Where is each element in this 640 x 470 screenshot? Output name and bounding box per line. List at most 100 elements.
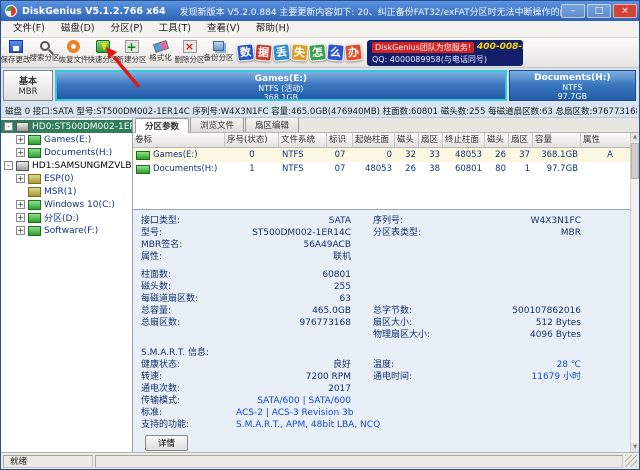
vertical-scrollbar[interactable]: ▲ ▼ <box>630 133 639 452</box>
tree-node-esp[interactable]: + ESP(0) <box>1 172 132 185</box>
tree-node-disk-hd0[interactable]: - HD0:ST500DM002-1ER14C(466GB) <box>1 120 132 133</box>
partition-icon <box>28 200 41 210</box>
delete-partition-icon <box>183 40 197 53</box>
window-title: DiskGenius V5.1.2.766 x64 <box>22 6 166 17</box>
menu-bar: 文件(F) 磁盘(D) 分区(P) 工具(T) 查看(V) 帮助(H) <box>1 21 639 38</box>
save-changes-button[interactable]: 保存更改 <box>1 38 30 67</box>
ad-tile: 失 <box>290 43 308 61</box>
collapse-icon[interactable]: - <box>4 122 13 131</box>
recover-icon <box>67 40 80 53</box>
table-row-games[interactable]: Games(E:) 0 NTFS 07 0 32 33 48053 26 37 … <box>133 148 639 162</box>
tree-node-documents[interactable]: + Documents(H:) <box>1 146 132 159</box>
ad-team-text: DiskGenius团队为您服务! <box>372 42 474 53</box>
expand-icon[interactable]: + <box>16 200 25 209</box>
search-icon <box>40 41 50 51</box>
menu-tools[interactable]: 工具(T) <box>151 21 199 37</box>
system-partition-icon <box>28 187 41 197</box>
ad-phone-number: 400-008-9958 <box>477 42 523 52</box>
status-ready-text: 就绪 <box>3 455 93 468</box>
partition-icon <box>28 135 41 145</box>
format-icon <box>152 40 168 53</box>
partition-icon <box>136 151 150 160</box>
table-empty-space <box>133 176 639 209</box>
menu-view[interactable]: 查看(V) <box>199 21 248 37</box>
ad-tile: 么 <box>326 43 344 61</box>
disk-tree-panel: - HD0:ST500DM002-1ER14C(466GB) + Games(E… <box>1 118 133 452</box>
collapse-icon[interactable]: - <box>4 161 13 170</box>
expand-icon[interactable]: + <box>16 148 25 157</box>
disk-type-box: 基本 MBR <box>3 70 53 101</box>
backup-partition-icon <box>213 41 224 51</box>
delete-partition-button[interactable]: 删除分区 <box>175 38 204 67</box>
tree-node-windows10[interactable]: + Windows 10(C:) <box>1 198 132 211</box>
tree-node-disk-hd1[interactable]: - HD1:SAMSUNGMZVLB256HAHQ-00000(238GB) <box>1 159 132 172</box>
status-bar: 就绪 <box>1 452 639 469</box>
partition-block-documents[interactable]: Documents(H:) NTFS 97.7GB <box>509 70 636 101</box>
tree-node-games[interactable]: + Games(E:) <box>1 133 132 146</box>
expand-icon[interactable]: + <box>16 174 25 183</box>
diskgenius-window: DiskGenius V5.1.2.766 x64 发现新版本 V5.2.0.8… <box>0 0 640 470</box>
main-area: - HD0:ST500DM002-1ER14C(466GB) + Games(E… <box>1 118 639 452</box>
menu-help[interactable]: 帮助(H) <box>248 21 298 37</box>
search-partition-button[interactable]: 搜索分区 <box>30 38 59 67</box>
menu-file[interactable]: 文件(F) <box>5 21 53 37</box>
expand-icon[interactable]: + <box>16 226 25 235</box>
tree-node-fenqu-d[interactable]: + 分区(D:) <box>1 211 132 224</box>
update-notice: 发现新版本 V5.2.0.884 主要更新内容如下: 20、纠正备份FAT32/… <box>180 5 561 18</box>
minimize-button[interactable]: – <box>561 4 585 18</box>
scrollbar-thumb[interactable] <box>631 143 639 179</box>
recover-files-button[interactable]: 恢复文件 <box>59 38 88 67</box>
ad-qq-number: QQ: 4000089958(与电话同号) <box>372 54 518 65</box>
ad-tile: 怎 <box>308 43 327 62</box>
close-button[interactable]: × <box>613 4 637 18</box>
ad-tile: 数 <box>236 43 255 62</box>
backup-partition-button[interactable]: 备份分区 <box>204 38 233 67</box>
panel-tabs: 分区参数 浏览文件 扇区编辑 <box>133 118 639 133</box>
disk-icon <box>16 161 29 171</box>
new-partition-icon <box>125 40 139 53</box>
tree-node-software[interactable]: + Software(F:) <box>1 224 132 237</box>
maximize-button[interactable]: □ <box>587 4 611 18</box>
disk-overview-panel: 基本 MBR Games(E:) NTFS (活动) 368.1GB Docum… <box>1 68 639 118</box>
toolbar: 保存更改 搜索分区 恢复文件 快速分区 新建分区 格式化 删除分区 备份分区 <box>1 38 639 68</box>
partition-block-games[interactable]: Games(E:) NTFS (活动) 368.1GB <box>55 70 507 101</box>
tab-browse-files[interactable]: 浏览文件 <box>190 118 244 132</box>
ad-tile: 据 <box>254 43 272 61</box>
table-header: 卷标 序号(状态) 文件系统 标识 起始柱面 磁头 扇区 终止柱面 磁头 扇区 … <box>133 133 639 148</box>
app-logo-icon <box>5 5 17 17</box>
new-partition-button[interactable]: 新建分区 <box>117 38 146 67</box>
save-icon <box>9 40 23 53</box>
resize-grip[interactable] <box>625 455 637 467</box>
titlebar: DiskGenius V5.1.2.766 x64 发现新版本 V5.2.0.8… <box>1 1 639 21</box>
scroll-down-icon[interactable]: ▼ <box>631 443 639 452</box>
tree-node-msr[interactable]: MSR(1) <box>1 185 132 198</box>
table-row-documents[interactable]: Documents(H:) 1 NTFS 07 48053 26 38 6080… <box>133 162 639 176</box>
partition-icon <box>28 226 41 236</box>
disk-info-line: 磁盘 0 接口:SATA 型号:ST500DM002-1ER14C 序列号:W4… <box>5 105 637 117</box>
disk-icon <box>16 122 29 132</box>
smart-info-title: S.M.A.R.T. 信息: <box>141 347 629 359</box>
tab-partition-params[interactable]: 分区参数 <box>135 118 189 133</box>
expand-icon[interactable]: + <box>16 213 25 222</box>
ad-team-banner[interactable]: DiskGenius团队为您服务! 400-008-9958 QQ: 40000… <box>367 40 523 66</box>
ad-slogan-banner[interactable]: 数 据 丢 失 怎 么 办 <box>237 44 362 61</box>
expand-icon[interactable]: + <box>16 135 25 144</box>
partition-icon <box>28 148 41 158</box>
format-button[interactable]: 格式化 <box>146 38 175 67</box>
system-partition-icon <box>28 174 41 184</box>
partition-icon <box>28 213 41 223</box>
ad-tile: 丢 <box>272 43 291 62</box>
partition-icon <box>136 165 150 174</box>
partition-scheme-label: MBR <box>4 87 52 97</box>
scroll-up-icon[interactable]: ▲ <box>631 133 639 142</box>
smart-detail-button[interactable]: 详情 <box>145 435 188 451</box>
disk-details-panel: 接口类型:SATA序列号:W4X3N1FC 型号:ST500DM002-1ER1… <box>133 209 639 452</box>
ad-tile: 办 <box>344 43 363 62</box>
menu-partition[interactable]: 分区(P) <box>103 21 151 37</box>
status-filler <box>95 455 623 468</box>
partition-bar: Games(E:) NTFS (活动) 368.1GB Documents(H:… <box>55 70 636 101</box>
disk-type-label: 基本 <box>4 74 52 87</box>
tab-sector-edit[interactable]: 扇区编辑 <box>245 118 299 132</box>
quick-partition-button[interactable]: 快速分区 <box>88 38 117 67</box>
menu-disk[interactable]: 磁盘(D) <box>53 21 103 37</box>
